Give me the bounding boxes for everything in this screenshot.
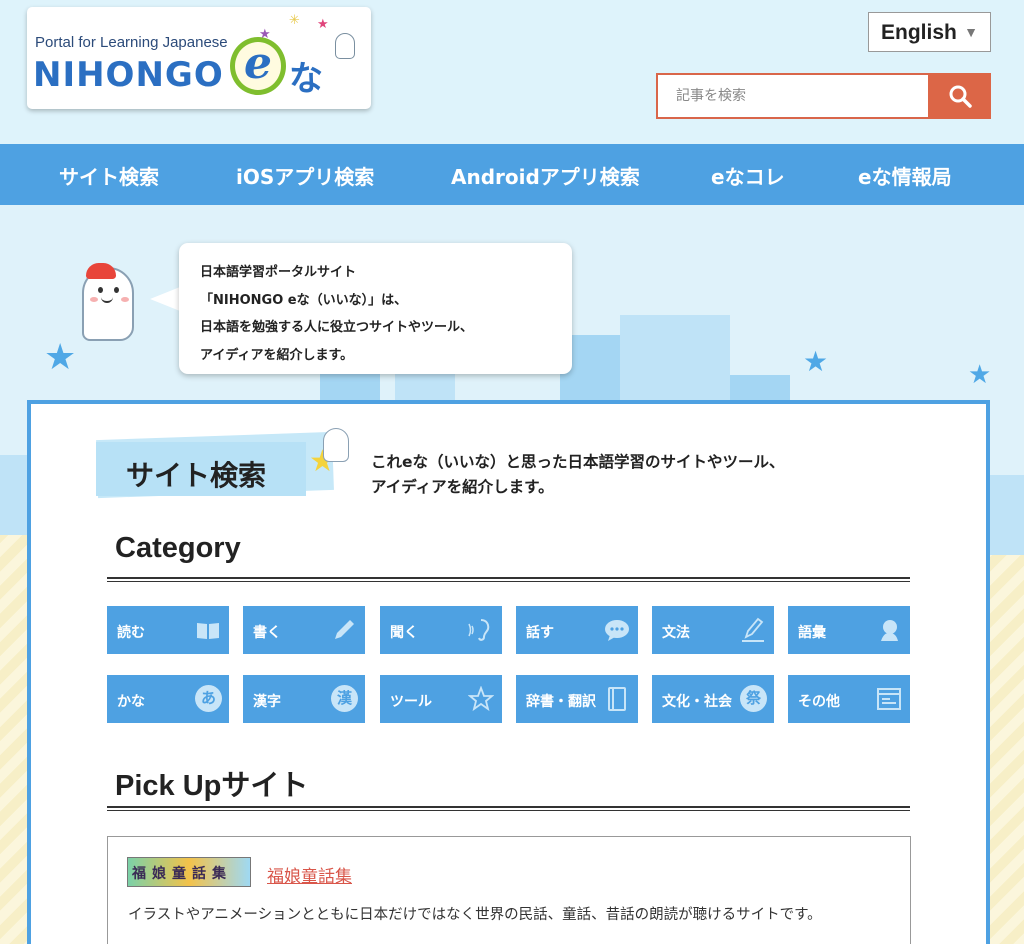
category-label: 辞書・翻訳 <box>526 694 596 710</box>
window-icon <box>877 688 901 710</box>
section-description-line: これeな（いいな）と思った日本語学習のサイトやツール、 <box>371 453 785 471</box>
star-icon <box>468 686 494 712</box>
logo-sparkle-icon: ✳ <box>289 13 300 28</box>
category-label: 書く <box>253 625 281 641</box>
ghost-icon <box>323 428 349 462</box>
search-icon <box>949 85 972 108</box>
main-content-card: サイト検索 ★ これeな（いいな）と思った日本語学習のサイトやツール、 アイディ… <box>27 400 990 944</box>
category-grammar[interactable]: 文法 <box>652 606 774 654</box>
heading-rule <box>107 577 910 582</box>
pickup-site-description: イラストやアニメーションとともに日本だけではなく世界の民話、童話、昔話の朗読が聴… <box>128 907 822 923</box>
pickup-site-card: 福娘童話集 福娘童話集 イラストやアニメーションとともに日本だけではなく世界の民… <box>107 836 911 944</box>
language-selected: English <box>881 21 957 44</box>
bubble-line: 日本語を勉強する人に役立つサイトやツール、 <box>200 320 474 335</box>
logo-na-mark: な <box>289 59 323 99</box>
language-select[interactable]: English ▼ <box>868 12 991 52</box>
speech-bubble-tail <box>150 287 180 311</box>
logo-e-mark: e <box>230 37 286 95</box>
star-icon: ★ <box>803 345 829 378</box>
nav-ena-kore[interactable]: eなコレ <box>711 161 785 190</box>
nav-ena-info[interactable]: eな情報局 <box>858 161 952 190</box>
pickup-thumbnail-text: 福娘童話集 <box>132 866 232 882</box>
category-other[interactable]: その他 <box>788 675 910 723</box>
site-header: Portal for Learning Japanese NIHONGO e な… <box>0 0 1024 144</box>
logo-ghost-icon <box>335 33 355 59</box>
category-label: 文化・社会 <box>662 694 732 710</box>
intro-speech-bubble: 日本語学習ポータルサイト 「NIHONGO eな（いいな）」は、 日本語を勉強す… <box>179 243 572 374</box>
bubble-line: アイディアを紹介します。 <box>200 347 354 363</box>
category-label: かな <box>117 694 145 710</box>
category-listen[interactable]: 聞く <box>380 606 502 654</box>
search-input[interactable] <box>656 73 928 119</box>
ear-icon <box>468 619 490 641</box>
category-speak[interactable]: 話す <box>516 606 638 654</box>
dropdown-arrow-icon: ▼ <box>964 24 978 40</box>
category-heading: Category <box>115 532 241 564</box>
background-building <box>990 475 1024 555</box>
category-label: 聞く <box>390 625 418 641</box>
star-icon: ★ <box>968 360 992 390</box>
bubble-line: 「NIHONGO eな（いいな）」は、 <box>200 292 408 308</box>
category-label: 読む <box>117 625 145 641</box>
section-title: サイト検索 <box>96 442 306 496</box>
section-description: これeな（いいな）と思った日本語学習のサイトやツール、 アイディアを紹介します。 <box>371 450 785 500</box>
category-label: 語彙 <box>798 625 826 641</box>
category-kana[interactable]: かな あ <box>107 675 229 723</box>
logo-wordmark: NIHONGO <box>33 55 224 95</box>
site-logo[interactable]: Portal for Learning Japanese NIHONGO e な… <box>27 7 371 109</box>
pickup-site-link[interactable]: 福娘童話集 <box>267 862 352 887</box>
festival-fan-icon: 祭 <box>740 685 767 712</box>
dictionary-icon <box>608 687 626 711</box>
ghost-cheek <box>121 297 129 302</box>
bubble-line: 日本語学習ポータルサイト <box>200 265 357 280</box>
category-dictionary[interactable]: 辞書・翻訳 <box>516 675 638 723</box>
category-culture[interactable]: 文化・社会 祭 <box>652 675 774 723</box>
main-nav: サイト検索 iOSアプリ検索 Androidアプリ検索 eなコレ eな情報局 <box>0 144 1024 205</box>
person-bust-icon <box>881 620 898 641</box>
logo-star-icon: ★ <box>317 17 329 32</box>
kana-a-icon: あ <box>195 685 222 712</box>
background-building <box>620 315 730 405</box>
category-label: 漢字 <box>253 694 281 710</box>
nav-android-app-search[interactable]: Androidアプリ検索 <box>451 161 640 190</box>
ghost-eye <box>98 287 103 293</box>
category-write[interactable]: 書く <box>243 606 365 654</box>
category-label: 文法 <box>662 625 690 641</box>
star-icon: ★ <box>44 337 77 378</box>
logo-star-icon: ★ <box>259 27 271 42</box>
pickup-heading: Pick Upサイト <box>115 770 309 802</box>
ghost-beret <box>86 263 116 279</box>
heading-rule <box>107 806 910 811</box>
logo-tagline: Portal for Learning Japanese <box>35 34 228 51</box>
pen-write-icon <box>742 617 764 642</box>
category-kanji[interactable]: 漢字 漢 <box>243 675 365 723</box>
category-label: ツール <box>390 694 432 710</box>
nav-site-search[interactable]: サイト検索 <box>59 161 159 190</box>
category-vocabulary[interactable]: 語彙 <box>788 606 910 654</box>
category-label: 話す <box>526 625 554 641</box>
speech-bubble-icon <box>605 620 629 641</box>
search-button[interactable] <box>928 73 991 119</box>
kanji-icon: 漢 <box>331 685 358 712</box>
book-icon <box>197 623 219 639</box>
ghost-eye <box>114 287 119 293</box>
nav-ios-app-search[interactable]: iOSアプリ検索 <box>236 161 374 190</box>
pencil-icon <box>335 620 354 639</box>
category-read[interactable]: 読む <box>107 606 229 654</box>
section-description-line: アイディアを紹介します。 <box>371 478 554 496</box>
ghost-cheek <box>90 297 98 302</box>
category-tools[interactable]: ツール <box>380 675 502 723</box>
pickup-thumbnail[interactable]: 福娘童話集 <box>127 857 251 887</box>
search-form <box>656 73 991 119</box>
category-label: その他 <box>798 694 840 710</box>
